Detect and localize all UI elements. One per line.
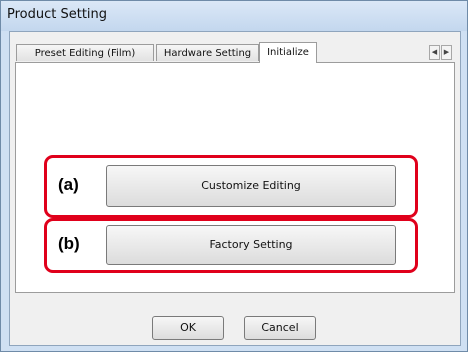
factory-setting-label: Factory Setting <box>209 238 293 251</box>
cancel-button[interactable]: Cancel <box>244 316 316 340</box>
customize-editing-label: Customize Editing <box>201 179 301 192</box>
ok-label: OK <box>180 321 196 334</box>
tab-strip: Preset Editing (Film) Hardware Setting I… <box>16 42 456 63</box>
window-title: Product Setting <box>7 7 108 22</box>
dialog-client-area: Preset Editing (Film) Hardware Setting I… <box>9 31 461 346</box>
title-bar[interactable]: Product Setting <box>1 1 467 31</box>
tab-hardware-setting[interactable]: Hardware Setting <box>156 44 259 61</box>
tab-scroll-left-icon[interactable]: ◀ <box>429 45 440 60</box>
ok-button[interactable]: OK <box>152 316 224 340</box>
tab-label: Initialize <box>267 47 309 58</box>
tab-preset-editing-film[interactable]: Preset Editing (Film) <box>16 44 154 61</box>
initialize-tab-panel: (a) Customize Editing (b) Factory Settin… <box>15 62 455 293</box>
marker-b: (b) <box>58 234 80 253</box>
product-setting-window: Product Setting Preset Editing (Film) Ha… <box>0 0 468 352</box>
marker-a: (a) <box>58 175 79 194</box>
tab-initialize[interactable]: Initialize <box>259 42 317 63</box>
cancel-label: Cancel <box>261 321 299 334</box>
tab-label: Hardware Setting <box>163 48 252 59</box>
tab-label: Preset Editing (Film) <box>34 48 136 59</box>
tab-scroll-right-icon[interactable]: ▶ <box>441 45 452 60</box>
tab-scroll-arrows: ◀ ▶ <box>428 45 452 60</box>
factory-setting-button[interactable]: Factory Setting <box>106 225 396 265</box>
customize-editing-button[interactable]: Customize Editing <box>106 165 396 207</box>
